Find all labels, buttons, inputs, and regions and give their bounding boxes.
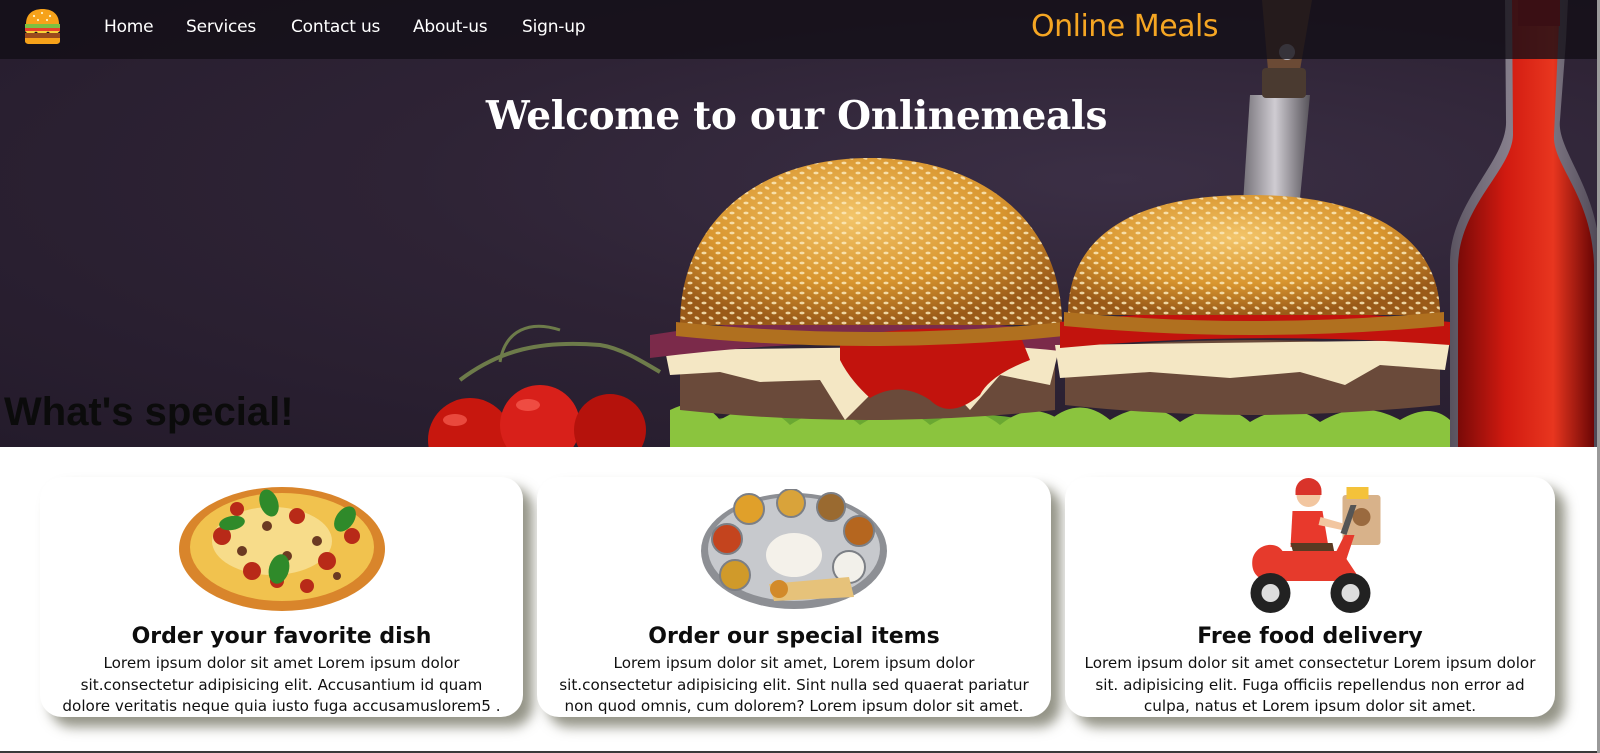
burger-hero-image xyxy=(428,0,1597,447)
feature-card-favorite-dish: Order your favorite dish Lorem ipsum dol… xyxy=(40,477,523,717)
special-heading: What's special! xyxy=(4,390,294,434)
feature-card-special-items: Order our special items Lorem ipsum dolo… xyxy=(537,477,1051,717)
feature-cards: Order your favorite dish Lorem ipsum dol… xyxy=(0,447,1600,753)
nav-link-home[interactable]: Home xyxy=(104,17,154,37)
nav-link-signup[interactable]: Sign-up xyxy=(522,17,586,37)
delivery-scooter-image xyxy=(1250,478,1381,613)
nav-link-services[interactable]: Services xyxy=(186,17,256,37)
card-title: Free food delivery xyxy=(1197,624,1423,649)
card-title: Order your favorite dish xyxy=(131,624,432,649)
top-navbar: Home Services Contact us About-us Sign-u… xyxy=(0,0,1597,59)
card-description: Lorem ipsum dolor sit amet consectetur L… xyxy=(1084,654,1536,715)
burger-icon[interactable] xyxy=(24,8,61,44)
nav-link-about[interactable]: About-us xyxy=(413,17,488,37)
hero-title: Welcome to our Onlinemeals xyxy=(485,93,1108,139)
card-description: Lorem ipsum dolor sit amet, Lorem ipsum … xyxy=(559,654,1029,715)
pizza-image xyxy=(178,487,385,611)
nav-link-contact[interactable]: Contact us xyxy=(291,17,380,37)
thali-plate-image xyxy=(701,489,887,609)
feature-card-free-delivery: Free food delivery Lorem ipsum dolor sit… xyxy=(1065,477,1555,717)
brand-name: Online Meals xyxy=(1031,9,1219,44)
hero-banner: Home Services Contact us About-us Sign-u… xyxy=(0,0,1597,447)
card-title: Order our special items xyxy=(648,624,940,649)
card-description: Lorem ipsum dolor sit amet Lorem ipsum d… xyxy=(62,654,501,715)
